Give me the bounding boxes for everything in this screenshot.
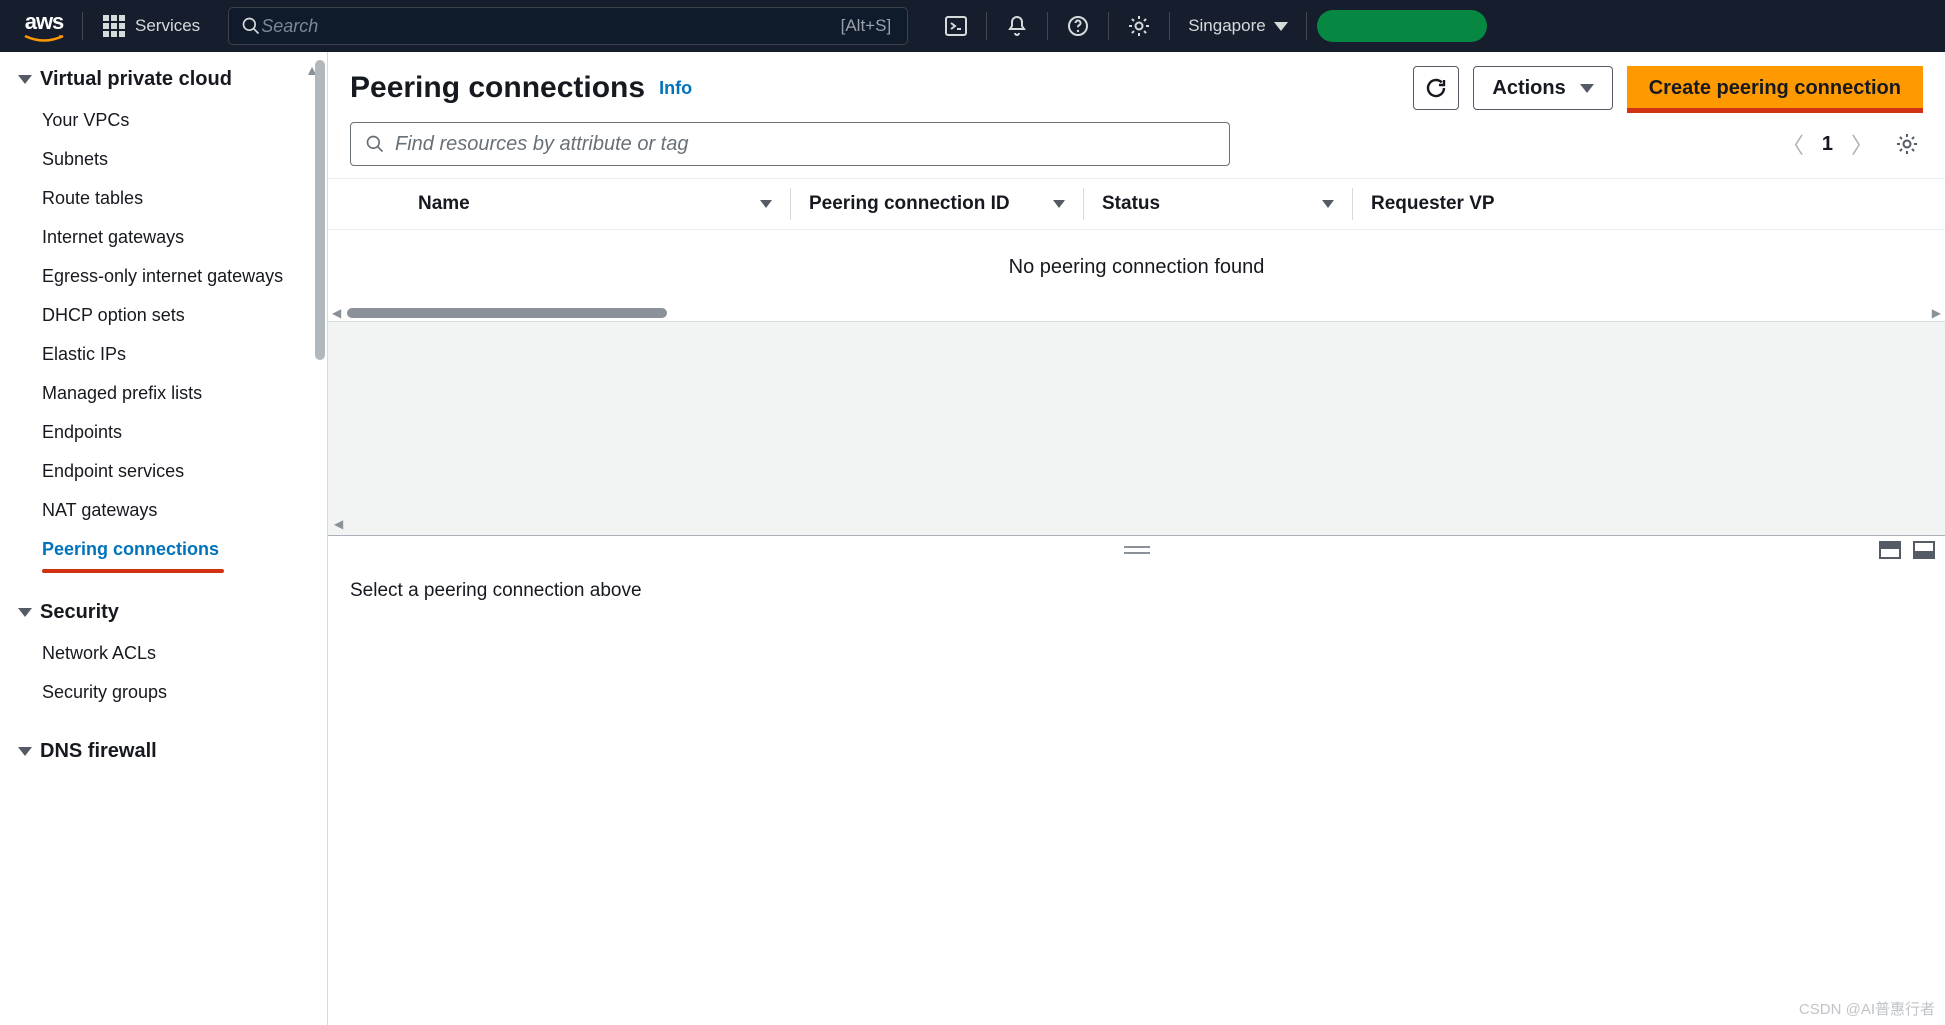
sidebar-item-your-vpcs[interactable]: Your VPCs	[0, 101, 327, 140]
search-input[interactable]	[261, 16, 840, 37]
scroll-right-icon[interactable]: ▶	[1932, 306, 1941, 320]
column-label: Name	[418, 193, 470, 215]
caret-down-icon	[18, 747, 32, 756]
page-header: Peering connections Info Actions Create …	[328, 52, 1945, 122]
sidebar-item-endpoints[interactable]: Endpoints	[0, 413, 327, 452]
scroll-track[interactable]	[341, 308, 1932, 318]
table-empty-message: No peering connection found	[328, 230, 1945, 305]
scroll-thumb[interactable]	[347, 308, 667, 318]
actions-dropdown[interactable]: Actions	[1473, 66, 1612, 110]
column-header-peering-id[interactable]: Peering connection ID	[791, 193, 1083, 215]
caret-down-icon	[18, 608, 32, 617]
sidebar-section-security[interactable]: Security	[0, 591, 327, 634]
layout-bottom-button[interactable]	[1913, 541, 1935, 559]
sidebar-item-route-tables[interactable]: Route tables	[0, 179, 327, 218]
table-horizontal-scrollbar[interactable]: ◀ ▶	[328, 305, 1945, 321]
nav-divider	[1306, 12, 1307, 40]
create-peering-connection-button[interactable]: Create peering connection	[1627, 66, 1923, 110]
split-gap-panel: ◀	[328, 321, 1945, 536]
highlight-underline	[1627, 108, 1923, 113]
gear-icon	[1895, 132, 1919, 156]
page-number: 1	[1822, 133, 1833, 156]
refresh-button[interactable]	[1413, 66, 1459, 110]
sidebar-item-dhcp-option-sets[interactable]: DHCP option sets	[0, 296, 327, 335]
page-title: Peering connections	[350, 71, 645, 105]
sidebar-section-vpc[interactable]: Virtual private cloud	[0, 58, 327, 101]
info-link[interactable]: Info	[659, 78, 692, 99]
layout-top-button[interactable]	[1879, 541, 1901, 559]
detail-panel: Select a peering connection above	[328, 564, 1945, 1025]
split-handle[interactable]	[328, 536, 1945, 564]
pagination: 〈 1 〉	[1782, 128, 1923, 160]
services-menu-button[interactable]: Services	[87, 15, 216, 37]
column-label: Status	[1102, 193, 1160, 215]
sidebar-section-dns-firewall[interactable]: DNS firewall	[0, 730, 327, 773]
column-label: Peering connection ID	[809, 193, 1010, 215]
sidebar-scrollbar[interactable]	[315, 60, 325, 360]
sidebar-item-subnets[interactable]: Subnets	[0, 140, 327, 179]
sidebar-item-endpoint-services[interactable]: Endpoint services	[0, 452, 327, 491]
page-prev-button[interactable]: 〈	[1782, 128, 1804, 160]
main-content: Peering connections Info Actions Create …	[328, 52, 1945, 1025]
sidebar-item-peering-connections[interactable]: Peering connections	[0, 530, 327, 569]
account-menu[interactable]	[1317, 10, 1487, 42]
page-next-button[interactable]: 〉	[1851, 128, 1873, 160]
services-grid-icon	[103, 15, 125, 37]
sidebar-item-managed-prefix-lists[interactable]: Managed prefix lists	[0, 374, 327, 413]
table-settings-button[interactable]	[1891, 128, 1923, 160]
search-icon	[241, 16, 261, 36]
sort-icon	[1053, 200, 1065, 208]
settings-icon[interactable]	[1109, 14, 1169, 38]
caret-down-icon	[1274, 22, 1288, 31]
nav-icons: Singapore	[926, 10, 1487, 42]
drag-handle-icon	[1124, 546, 1150, 554]
aws-logo[interactable]: aws	[10, 9, 78, 43]
column-header-requester-vpc[interactable]: Requester VP	[1353, 193, 1945, 215]
watermark: CSDN @AI普惠行者	[1799, 998, 1935, 1019]
column-header-name[interactable]: Name	[400, 193, 790, 215]
sidebar-section-title: DNS firewall	[40, 740, 157, 763]
sort-icon	[1322, 200, 1334, 208]
table-header: Name Peering connection ID Status Reques…	[328, 178, 1945, 230]
search-icon	[365, 134, 385, 154]
create-button-label: Create peering connection	[1649, 77, 1901, 100]
global-search[interactable]: [Alt+S]	[228, 7, 908, 45]
sidebar-item-security-groups[interactable]: Security groups	[0, 673, 327, 712]
top-nav: aws Services [Alt+S] Singapore	[0, 0, 1945, 52]
filter-row: 〈 1 〉	[328, 122, 1945, 178]
sidebar-section-title: Security	[40, 601, 119, 624]
sidebar-item-elastic-ips[interactable]: Elastic IPs	[0, 335, 327, 374]
region-label: Singapore	[1188, 16, 1266, 36]
nav-divider	[82, 12, 83, 40]
scroll-left-icon[interactable]: ◀	[332, 306, 341, 320]
cloudshell-icon[interactable]	[926, 14, 986, 38]
sidebar-item-internet-gateways[interactable]: Internet gateways	[0, 218, 327, 257]
aws-logo-text: aws	[25, 9, 64, 35]
services-label: Services	[135, 16, 200, 36]
active-underline	[42, 569, 224, 573]
sidebar-item-nat-gateways[interactable]: NAT gateways	[0, 491, 327, 530]
aws-smile-icon	[24, 35, 64, 43]
sort-icon	[760, 200, 772, 208]
sidebar-item-network-acls[interactable]: Network ACLs	[0, 634, 327, 673]
sidebar-section-title: Virtual private cloud	[40, 68, 232, 91]
notifications-icon[interactable]	[987, 14, 1047, 38]
sidebar-item-egress-only-igw[interactable]: Egress-only internet gateways	[0, 257, 327, 296]
help-icon[interactable]	[1048, 14, 1108, 38]
refresh-icon	[1424, 76, 1448, 100]
column-label: Requester VP	[1371, 193, 1495, 215]
panel-left-icon[interactable]: ◀	[334, 517, 343, 531]
filter-input[interactable]	[395, 133, 1215, 156]
detail-prompt: Select a peering connection above	[350, 580, 642, 601]
caret-down-icon	[18, 75, 32, 84]
actions-label: Actions	[1492, 77, 1565, 100]
sidebar: ▲ Virtual private cloud Your VPCs Subnet…	[0, 52, 328, 1025]
caret-down-icon	[1580, 84, 1594, 93]
column-header-status[interactable]: Status	[1084, 193, 1352, 215]
search-shortcut: [Alt+S]	[841, 16, 892, 36]
region-selector[interactable]: Singapore	[1170, 16, 1306, 36]
resource-filter[interactable]	[350, 122, 1230, 166]
